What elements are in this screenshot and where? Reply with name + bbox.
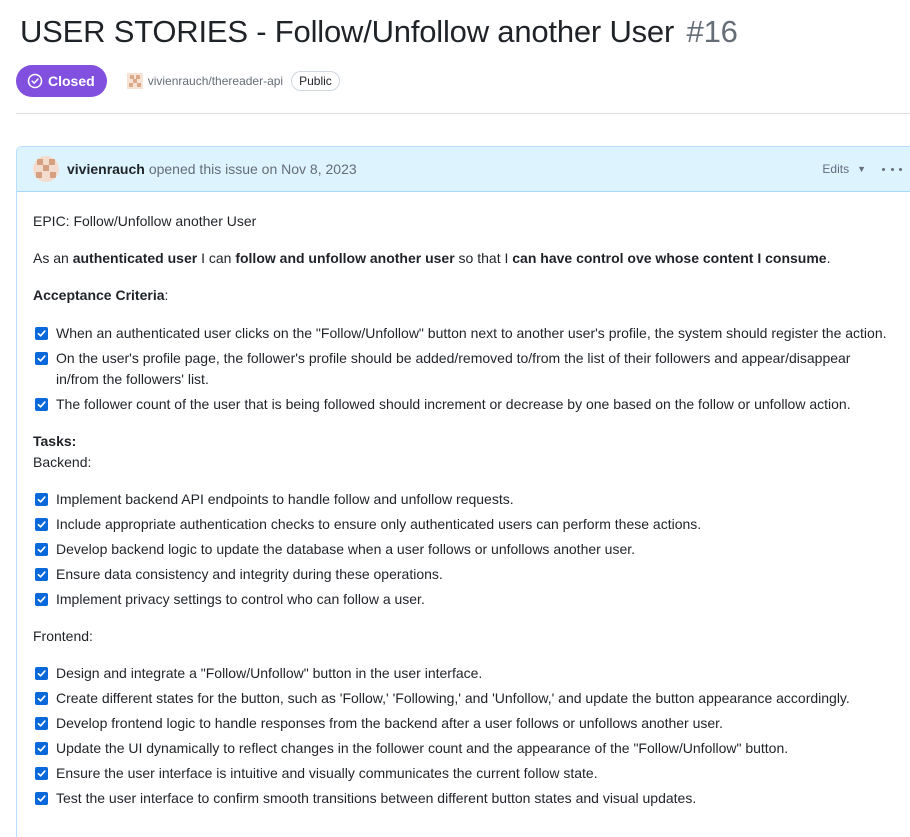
- issue-comment: vivienrauch opened this issue on Nov 8, …: [16, 146, 910, 837]
- backend-label: Backend:: [33, 454, 92, 470]
- task-checkbox[interactable]: [35, 717, 48, 730]
- status-badge: Closed: [16, 65, 107, 97]
- issue-closed-icon: [27, 73, 43, 89]
- task-text: Ensure data consistency and integrity du…: [56, 566, 443, 582]
- task-item: Develop frontend logic to handle respons…: [33, 713, 894, 734]
- epic-line: EPIC: Follow/Unfollow another User: [33, 213, 257, 229]
- task-checkbox[interactable]: [35, 767, 48, 780]
- task-checkbox[interactable]: [35, 398, 48, 411]
- task-checkbox[interactable]: [35, 518, 48, 531]
- comment-body: EPIC: Follow/Unfollow another User As an…: [17, 192, 910, 809]
- chevron-down-icon: ▼: [857, 164, 866, 174]
- task-text: The follower count of the user that is b…: [56, 396, 851, 412]
- task-item: The follower count of the user that is b…: [33, 394, 894, 415]
- task-text: Implement privacy settings to control wh…: [56, 591, 425, 607]
- task-checkbox[interactable]: [35, 593, 48, 606]
- task-checkbox[interactable]: [35, 692, 48, 705]
- task-item: Implement backend API endpoints to handl…: [33, 489, 894, 510]
- task-text: On the user's profile page, the follower…: [56, 350, 851, 387]
- task-item: On the user's profile page, the follower…: [33, 348, 894, 390]
- user-story: As an authenticated user I can follow an…: [33, 250, 831, 266]
- task-text: Update the UI dynamically to reflect cha…: [56, 740, 789, 756]
- status-label: Closed: [48, 73, 95, 89]
- visibility-badge: Public: [291, 71, 340, 91]
- comment-actions: Edits ▼: [822, 162, 902, 176]
- task-item: Update the UI dynamically to reflect cha…: [33, 738, 894, 759]
- acceptance-heading: Acceptance Criteria:: [33, 287, 169, 303]
- issue-title: USER STORIES - Follow/Unfollow another U…: [20, 14, 738, 50]
- task-checkbox[interactable]: [35, 742, 48, 755]
- repo-link[interactable]: vivienrauch/thereader-api: [126, 73, 283, 89]
- more-options-icon[interactable]: [882, 167, 902, 171]
- task-text: Design and integrate a "Follow/Unfollow"…: [56, 665, 483, 681]
- task-item: Ensure the user interface is intuitive a…: [33, 763, 894, 784]
- task-text: Test the user interface to confirm smoot…: [56, 790, 697, 806]
- task-text: Implement backend API endpoints to handl…: [56, 491, 514, 507]
- task-checkbox[interactable]: [35, 568, 48, 581]
- task-item: Ensure data consistency and integrity du…: [33, 564, 894, 585]
- issue-meta: Closed vivienrauch/thereader-api Public: [16, 65, 340, 97]
- acceptance-list: When an authenticated user clicks on the…: [33, 323, 894, 415]
- task-item: Create different states for the button, …: [33, 688, 894, 709]
- task-text: Develop backend logic to update the data…: [56, 541, 636, 557]
- task-item: Include appropriate authentication check…: [33, 514, 894, 535]
- task-item: Test the user interface to confirm smoot…: [33, 788, 894, 809]
- task-text: Develop frontend logic to handle respons…: [56, 715, 723, 731]
- frontend-label: Frontend:: [33, 628, 93, 644]
- task-item: Develop backend logic to update the data…: [33, 539, 894, 560]
- task-text: Include appropriate authentication check…: [56, 516, 702, 532]
- edits-dropdown[interactable]: Edits ▼: [822, 162, 866, 176]
- task-checkbox[interactable]: [35, 327, 48, 340]
- tasks-heading: Tasks:: [33, 433, 77, 449]
- backend-task-list: Implement backend API endpoints to handl…: [33, 489, 894, 610]
- task-checkbox[interactable]: [35, 543, 48, 556]
- avatar[interactable]: [33, 156, 59, 182]
- task-checkbox[interactable]: [35, 667, 48, 680]
- repo-name[interactable]: vivienrauch/thereader-api: [148, 74, 283, 88]
- comment-header: vivienrauch opened this issue on Nov 8, …: [17, 147, 910, 192]
- issue-title-text: USER STORIES - Follow/Unfollow another U…: [20, 14, 675, 49]
- task-item: When an authenticated user clicks on the…: [33, 323, 894, 344]
- task-text: When an authenticated user clicks on the…: [56, 325, 887, 341]
- task-checkbox[interactable]: [35, 352, 48, 365]
- repo-owner-avatar: [126, 73, 143, 89]
- comment-opened-text: opened this issue on Nov 8, 2023: [148, 161, 357, 177]
- task-item: Implement privacy settings to control wh…: [33, 589, 894, 610]
- header-divider: [16, 113, 910, 114]
- task-checkbox[interactable]: [35, 493, 48, 506]
- comment-author[interactable]: vivienrauch: [67, 161, 145, 177]
- task-text: Create different states for the button, …: [56, 690, 850, 706]
- task-item: Design and integrate a "Follow/Unfollow"…: [33, 663, 894, 684]
- issue-number: #16: [686, 14, 738, 49]
- frontend-task-list: Design and integrate a "Follow/Unfollow"…: [33, 663, 894, 809]
- task-checkbox[interactable]: [35, 792, 48, 805]
- task-text: Ensure the user interface is intuitive a…: [56, 765, 598, 781]
- edits-label: Edits: [822, 162, 850, 176]
